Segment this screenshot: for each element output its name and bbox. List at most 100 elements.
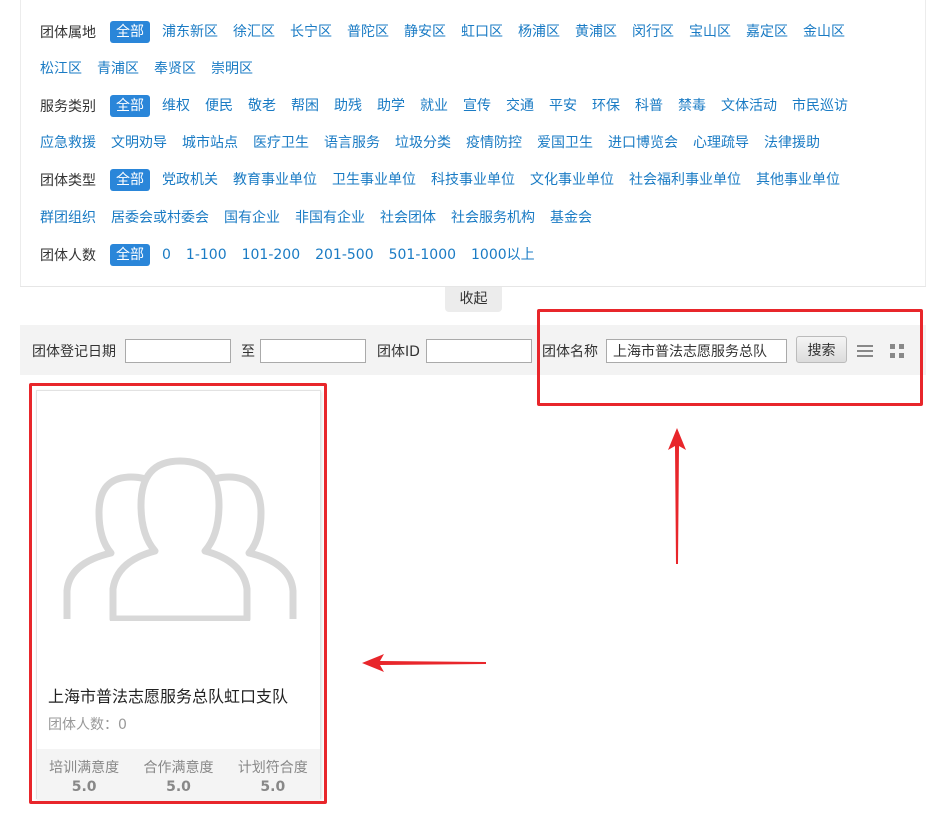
group-type-option[interactable]: 卫生事业单位 xyxy=(332,169,416,191)
group-type-option[interactable]: 党政机关 xyxy=(162,169,218,191)
region-option[interactable]: 崇明区 xyxy=(211,58,253,80)
region-option[interactable]: 金山区 xyxy=(803,21,845,43)
card-metrics: 培训满意度 5.0 合作满意度 5.0 计划符合度 5.0 xyxy=(37,749,320,800)
date-to-label: 至 xyxy=(241,344,255,360)
service-option[interactable]: 平安 xyxy=(549,95,577,117)
metric-label: 合作满意度 xyxy=(143,760,214,776)
service-option[interactable]: 科普 xyxy=(635,95,663,117)
service-option[interactable]: 助残 xyxy=(334,95,362,117)
service-option[interactable]: 禁毒 xyxy=(678,95,706,117)
name-label: 团体名称 xyxy=(542,344,598,360)
group-type-option[interactable]: 社会团体 xyxy=(380,207,436,229)
size-option[interactable]: 501-1000 xyxy=(389,244,456,266)
grid-icon[interactable] xyxy=(888,342,906,360)
group-type-option[interactable]: 群团组织 xyxy=(40,207,96,229)
metric-value: 5.0 xyxy=(166,779,191,795)
metric-label: 计划符合度 xyxy=(237,760,308,776)
service-option[interactable]: 市民巡访 xyxy=(792,95,848,117)
region-option[interactable]: 全部 xyxy=(110,21,150,43)
service-filter-row: 服务类别 全部 维权 便民 敬老 帮困 助残 助学 就业 宣传 交通 平安 环保 科普 禁毒 文体活动 市民巡… xyxy=(40,94,863,118)
region-option[interactable]: 虹口区 xyxy=(461,21,503,43)
size-filter-row: 团体人数 全部 0 1-100 101-200 201-500 501-1000 1000以… xyxy=(40,243,550,267)
region-option[interactable]: 浦东新区 xyxy=(162,21,218,43)
region-option[interactable]: 杨浦区 xyxy=(518,21,560,43)
size-option[interactable]: 0 xyxy=(162,244,171,266)
service-option[interactable]: 医疗卫生 xyxy=(253,132,309,154)
service-option[interactable]: 语言服务 xyxy=(324,132,380,154)
list-icon[interactable] xyxy=(856,342,874,360)
collapse-button[interactable]: 收起 xyxy=(445,287,502,312)
service-option[interactable]: 敬老 xyxy=(248,95,276,117)
group-id-input[interactable] xyxy=(426,339,532,363)
group-type-option[interactable]: 基金会 xyxy=(550,207,592,229)
size-option[interactable]: 201-500 xyxy=(315,244,374,266)
size-option[interactable]: 1-100 xyxy=(186,244,227,266)
size-option[interactable]: 全部 xyxy=(110,244,150,266)
date-to-input[interactable] xyxy=(260,339,366,363)
group-type-option[interactable]: 全部 xyxy=(110,169,150,191)
metric-label: 培训满意度 xyxy=(49,760,120,776)
metric-cooperation: 合作满意度 5.0 xyxy=(131,749,225,800)
service-option[interactable]: 助学 xyxy=(377,95,405,117)
region-option[interactable]: 静安区 xyxy=(404,21,446,43)
service-option[interactable]: 便民 xyxy=(205,95,233,117)
search-button[interactable]: 搜索 xyxy=(796,336,847,363)
group-type-option[interactable]: 教育事业单位 xyxy=(233,169,317,191)
search-bar: 团体登记日期 至 团体ID 团体名称 搜索 xyxy=(20,325,926,375)
service-option[interactable]: 环保 xyxy=(592,95,620,117)
region-option[interactable]: 徐汇区 xyxy=(233,21,275,43)
group-type-option[interactable]: 非国有企业 xyxy=(295,207,365,229)
region-option[interactable]: 黄浦区 xyxy=(575,21,617,43)
region-filter-row: 团体属地 全部 浦东新区 徐汇区 长宁区 普陀区 静安区 虹口区 杨浦区 黄浦区 闵行区 宝山区 嘉定… xyxy=(40,20,860,44)
group-avatar-icon xyxy=(63,457,297,621)
region-option[interactable]: 普陀区 xyxy=(347,21,389,43)
group-name-input[interactable] xyxy=(606,339,787,363)
service-option[interactable]: 宣传 xyxy=(463,95,491,117)
size-option[interactable]: 1000以上 xyxy=(471,244,535,266)
group-type-filter-label: 团体类型 xyxy=(40,173,96,189)
group-type-filter-row-2: 群团组织 居委会或村委会 国有企业 非国有企业 社会团体 社会服务机构 基金会 xyxy=(40,206,607,230)
group-type-option[interactable]: 国有企业 xyxy=(224,207,280,229)
service-option[interactable]: 就业 xyxy=(420,95,448,117)
service-option[interactable]: 交通 xyxy=(506,95,534,117)
size-option[interactable]: 101-200 xyxy=(242,244,301,266)
region-option[interactable]: 松江区 xyxy=(40,58,82,80)
group-type-option[interactable]: 其他事业单位 xyxy=(756,169,840,191)
service-option[interactable]: 进口博览会 xyxy=(608,132,678,154)
service-option[interactable]: 垃圾分类 xyxy=(395,132,451,154)
metric-plan: 计划符合度 5.0 xyxy=(226,749,320,800)
region-option[interactable]: 长宁区 xyxy=(290,21,332,43)
service-option[interactable]: 疫情防控 xyxy=(466,132,522,154)
service-option[interactable]: 应急救援 xyxy=(40,132,96,154)
service-option[interactable]: 爱国卫生 xyxy=(537,132,593,154)
result-card[interactable]: 上海市普法志愿服务总队虹口支队 团体人数：0 培训满意度 5.0 合作满意度 5… xyxy=(36,390,321,800)
service-option[interactable]: 全部 xyxy=(110,95,150,117)
service-option[interactable]: 法律援助 xyxy=(764,132,820,154)
region-option[interactable]: 嘉定区 xyxy=(746,21,788,43)
region-option[interactable]: 闵行区 xyxy=(632,21,674,43)
metric-value: 5.0 xyxy=(71,779,97,795)
service-option[interactable]: 维权 xyxy=(162,95,190,117)
service-option[interactable]: 文体活动 xyxy=(721,95,777,117)
filter-panel: 团体属地 全部 浦东新区 徐汇区 长宁区 普陀区 静安区 虹口区 杨浦区 黄浦区 闵行区 宝山区 嘉定… xyxy=(20,0,926,287)
metric-value: 5.0 xyxy=(260,779,286,795)
result-title[interactable]: 上海市普法志愿服务总队虹口支队 xyxy=(48,683,288,707)
service-filter-row-2: 应急救援 文明劝导 城市站点 医疗卫生 语言服务 垃圾分类 疫情防控 爱国卫生 进口博览会 心理疏… xyxy=(40,131,835,155)
region-option[interactable]: 奉贤区 xyxy=(154,58,196,80)
id-label: 团体ID xyxy=(377,344,420,360)
group-type-option[interactable]: 科技事业单位 xyxy=(431,169,515,191)
region-option[interactable]: 宝山区 xyxy=(689,21,731,43)
date-from-input[interactable] xyxy=(125,339,231,363)
region-option[interactable]: 青浦区 xyxy=(97,58,139,80)
up-arrow-icon xyxy=(668,428,686,564)
service-option[interactable]: 城市站点 xyxy=(182,132,238,154)
region-filter-row-2: 松江区 青浦区 奉贤区 崇明区 xyxy=(40,57,268,81)
group-type-option[interactable]: 社会服务机构 xyxy=(451,207,535,229)
group-type-option[interactable]: 社会福利事业单位 xyxy=(629,169,741,191)
service-option[interactable]: 文明劝导 xyxy=(111,132,167,154)
group-type-option[interactable]: 居委会或村委会 xyxy=(111,207,209,229)
group-type-option[interactable]: 文化事业单位 xyxy=(530,169,614,191)
service-option[interactable]: 帮困 xyxy=(291,95,319,117)
size-filter-label: 团体人数 xyxy=(40,248,96,264)
service-option[interactable]: 心理疏导 xyxy=(693,132,749,154)
